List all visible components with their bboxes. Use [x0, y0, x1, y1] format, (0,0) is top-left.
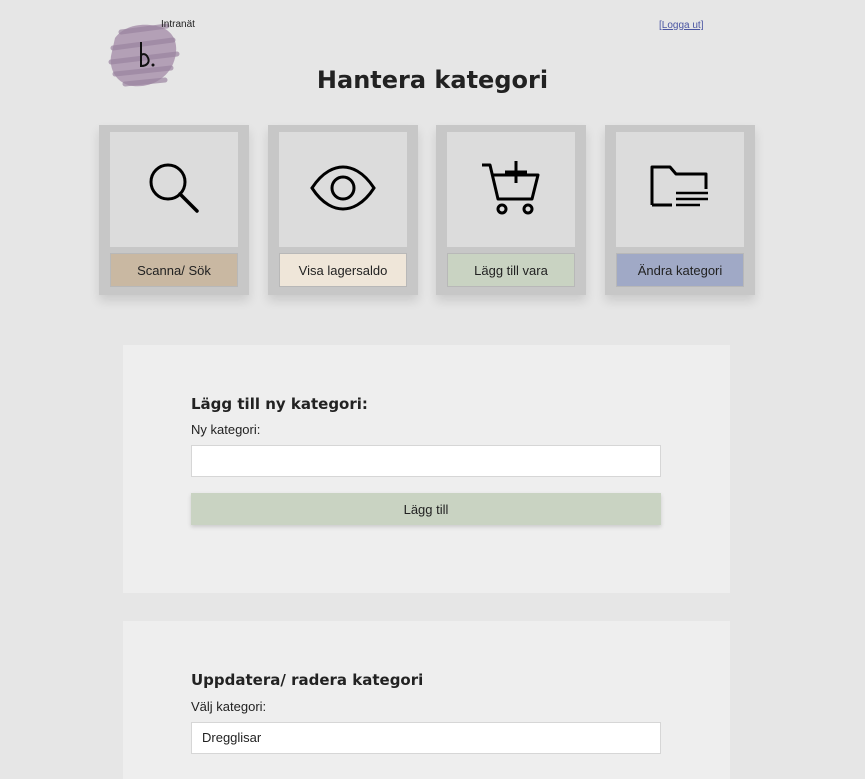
- folder-icon: [650, 163, 710, 217]
- update-category-heading: Uppdatera/ radera kategori: [191, 671, 424, 689]
- tile-label-edit-category[interactable]: Ändra kategori: [616, 253, 744, 287]
- new-category-input[interactable]: [191, 445, 661, 477]
- logout-link[interactable]: [Logga ut]: [659, 20, 703, 31]
- tile-edit-category[interactable]: Ändra kategori: [605, 125, 755, 295]
- search-icon: [144, 158, 204, 222]
- select-category-label: Välj kategori:: [191, 699, 267, 714]
- tile-icon-box: [616, 132, 744, 247]
- page-title: Hantera kategori: [316, 66, 549, 94]
- tile-label-add-item[interactable]: Lägg till vara: [447, 253, 575, 287]
- tile-label-view-stock[interactable]: Visa lagersaldo: [279, 253, 407, 287]
- category-select[interactable]: Dregglisar: [191, 722, 661, 754]
- tile-scan-search[interactable]: Scanna/ Sök: [99, 125, 249, 295]
- tile-icon-box: [110, 132, 238, 247]
- add-category-panel: Lägg till ny kategori: Ny kategori: Lägg…: [123, 345, 730, 593]
- add-category-heading: Lägg till ny kategori:: [191, 395, 368, 413]
- tile-icon-box: [279, 132, 407, 247]
- eye-icon: [309, 163, 377, 217]
- new-category-label: Ny kategori:: [191, 422, 261, 437]
- add-category-button[interactable]: Lägg till: [191, 493, 661, 525]
- update-category-panel: Uppdatera/ radera kategori Välj kategori…: [123, 621, 730, 779]
- tile-view-stock[interactable]: Visa lagersaldo: [268, 125, 418, 295]
- cart-add-icon: [480, 159, 542, 221]
- tile-label-scan-search[interactable]: Scanna/ Sök: [110, 253, 238, 287]
- tile-icon-box: [447, 132, 575, 247]
- tile-add-item[interactable]: Lägg till vara: [436, 125, 586, 295]
- logo-label: Intranät: [161, 19, 195, 30]
